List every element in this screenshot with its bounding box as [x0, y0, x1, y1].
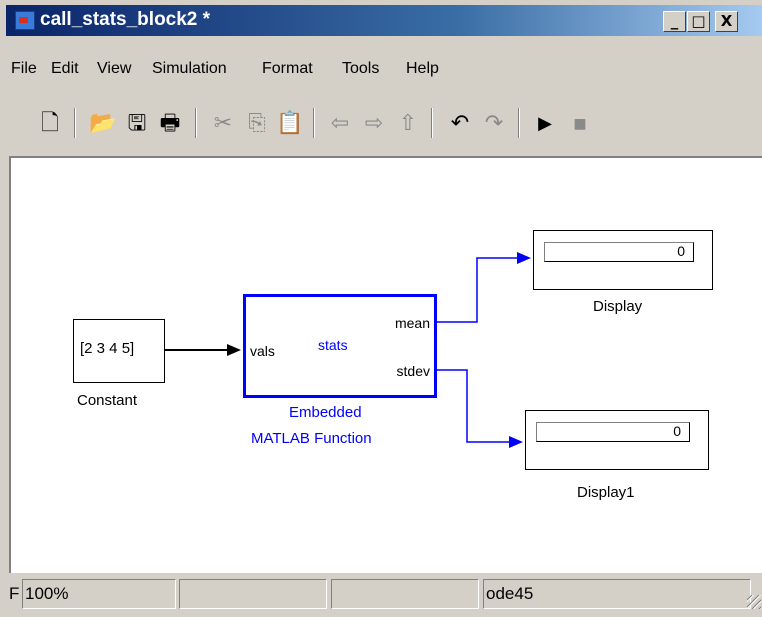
paste-icon[interactable]: 📋: [276, 110, 304, 138]
back-icon[interactable]: ⇦: [326, 110, 354, 138]
constant-value: [2 3 4 5]: [80, 340, 135, 357]
model-canvas[interactable]: [2 3 4 5] Constant vals stats mean stdev…: [9, 156, 762, 573]
display1-value: 0: [673, 423, 681, 439]
menu-bar: File Edit View Simulation Format Tools H…: [6, 55, 762, 85]
display-block[interactable]: 0: [533, 230, 713, 290]
status-first: F: [9, 584, 20, 603]
toolbar-separator: [518, 108, 520, 138]
stop-simulation-icon[interactable]: ■: [566, 110, 594, 138]
status-cell-3: [179, 579, 327, 609]
redo-icon[interactable]: ↷: [480, 110, 508, 138]
menu-file[interactable]: File: [11, 60, 37, 78]
display-value: 0: [677, 243, 685, 259]
title-bar[interactable]: call_stats_block2 * _ □ X: [6, 5, 762, 36]
status-cell-4: [331, 579, 479, 609]
display1-readout: 0: [536, 422, 690, 442]
function-block-label-line2: MATLAB Function: [251, 430, 372, 447]
new-icon[interactable]: 🗋: [36, 110, 64, 138]
signal-arrow-vals: [227, 344, 241, 356]
display1-block[interactable]: 0: [525, 410, 709, 470]
output-port-stdev: stdev: [396, 363, 430, 379]
signal-line-stdev[interactable]: [437, 369, 509, 443]
toolbar-separator: [313, 108, 315, 138]
print-icon[interactable]: 🖶: [156, 110, 184, 138]
constant-label: Constant: [77, 392, 138, 409]
menu-format[interactable]: Format: [262, 60, 313, 78]
simulink-app-icon[interactable]: [15, 11, 35, 30]
input-port-vals: vals: [250, 343, 275, 359]
function-block-label-line1: Embedded: [289, 404, 362, 421]
model-window: call_stats_block2 * _ □ X File Edit View…: [0, 0, 762, 617]
display-readout: 0: [544, 242, 694, 262]
save-icon[interactable]: 🖫: [123, 110, 151, 138]
output-port-mean: mean: [394, 315, 430, 331]
display1-label: Display1: [577, 484, 635, 501]
function-name: stats: [318, 337, 348, 353]
cut-icon[interactable]: ✂: [209, 110, 237, 138]
signal-line-mean[interactable]: [437, 257, 517, 323]
open-icon[interactable]: 📂: [89, 110, 117, 138]
signal-arrow-stdev: [509, 436, 523, 448]
close-button[interactable]: X: [715, 11, 738, 32]
maximize-button[interactable]: □: [687, 11, 710, 32]
constant-block[interactable]: [2 3 4 5]: [73, 319, 165, 383]
embedded-matlab-function-block[interactable]: vals stats mean stdev: [243, 294, 437, 398]
copy-icon[interactable]: ⎘: [243, 110, 271, 138]
window-title: call_stats_block2 *: [40, 9, 211, 30]
toolbar: 🗋 📂 🖫 🖶 ✂ ⎘ 📋 ⇦ ⇨ ⇧ ↶ ↷ ▶ ■: [6, 96, 762, 152]
signal-arrow-mean: [517, 252, 531, 264]
menu-help[interactable]: Help: [406, 60, 439, 78]
status-solver: ode45: [483, 579, 751, 609]
status-bar: F 100% ode45: [9, 576, 762, 611]
undo-icon[interactable]: ↶: [446, 110, 474, 138]
toolbar-separator: [74, 108, 76, 138]
toolbar-separator: [195, 108, 197, 138]
menu-simulation[interactable]: Simulation: [152, 60, 227, 78]
menu-tools[interactable]: Tools: [342, 60, 379, 78]
menu-view[interactable]: View: [97, 60, 131, 78]
forward-icon[interactable]: ⇨: [360, 110, 388, 138]
start-simulation-icon[interactable]: ▶: [531, 110, 559, 138]
display-label: Display: [593, 298, 643, 315]
minimize-button[interactable]: _: [663, 11, 686, 32]
toolbar-separator: [431, 108, 433, 138]
menu-edit[interactable]: Edit: [51, 60, 79, 78]
up-icon[interactable]: ⇧: [394, 110, 422, 138]
resize-grip[interactable]: [747, 595, 761, 609]
status-zoom: 100%: [22, 579, 176, 609]
